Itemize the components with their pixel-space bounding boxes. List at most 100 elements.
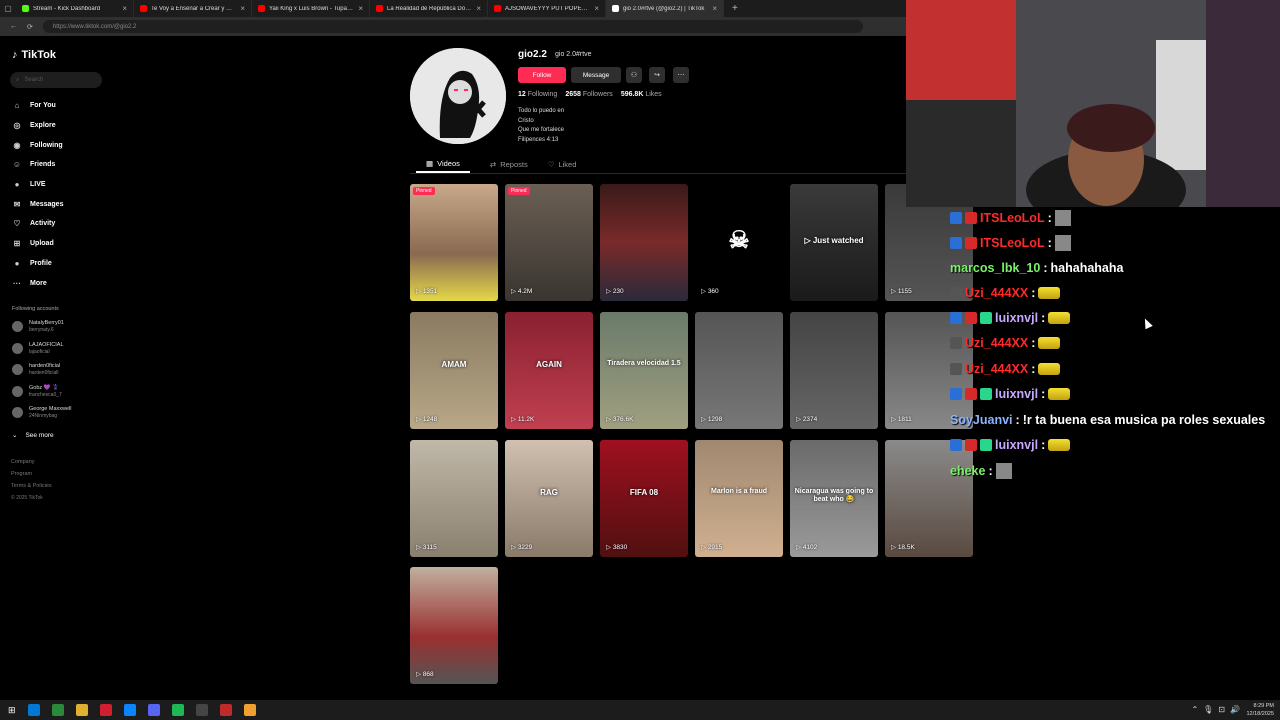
see-more-button[interactable]: ⌄ See more xyxy=(12,431,54,440)
browser-tab[interactable]: Stream - Kick Dashboard × xyxy=(16,0,134,17)
footer-link[interactable]: Terms & Policies xyxy=(11,483,52,489)
new-tab-button[interactable]: + xyxy=(724,3,746,14)
following-account[interactable]: LAJAOFICIAL lajaoficial xyxy=(12,342,64,355)
video-thumbnail[interactable]: ▷ 1298 xyxy=(695,312,783,429)
following-account[interactable]: harden0ficial harden0ficiall xyxy=(12,363,60,376)
chat-username[interactable]: marcos_lbk_10 xyxy=(950,261,1040,275)
video-thumbnail[interactable]: ▷ Just watched xyxy=(790,184,878,301)
video-thumbnail[interactable]: ▷ 18.5K xyxy=(885,440,973,557)
sidebar-item-activity[interactable]: ♡ Activity xyxy=(12,218,55,228)
tab-liked[interactable]: ♡ Liked xyxy=(548,156,577,173)
following-stat[interactable]: 12 Following xyxy=(518,91,557,98)
back-icon[interactable]: ← xyxy=(10,23,17,30)
sidebar-item-more[interactable]: ··· More xyxy=(12,278,47,288)
tiktok-logo[interactable]: ♪ TikTok xyxy=(12,49,56,61)
chat-username[interactable]: ITSLeoLoL xyxy=(980,211,1045,225)
clock[interactable]: 8:29 PM 12/18/2025 xyxy=(1246,702,1274,718)
following-account[interactable]: Gobz 💜 🦹 franchesca0_7 xyxy=(12,385,62,398)
more-options-icon[interactable]: ⋯ xyxy=(673,67,689,83)
taskbar-app-icon[interactable] xyxy=(51,704,64,716)
network-icon[interactable]: ⊡ xyxy=(1218,705,1225,714)
chat-username[interactable]: Uzi_444XX xyxy=(965,362,1028,376)
share-icon[interactable]: ↪ xyxy=(649,67,665,83)
volume-icon[interactable]: 🔊 xyxy=(1230,705,1240,714)
video-thumbnail[interactable]: ▷ 2374 xyxy=(790,312,878,429)
chat-username[interactable]: eheke xyxy=(950,464,985,478)
reload-icon[interactable]: ⟳ xyxy=(27,23,33,31)
video-thumbnail[interactable]: ▷ 230 xyxy=(600,184,688,301)
sidebar-item-upload[interactable]: ⊞ Upload xyxy=(12,238,54,248)
chat-username[interactable]: luixnvjl xyxy=(995,311,1038,325)
follow-button[interactable]: Follow xyxy=(518,67,566,83)
video-thumbnail[interactable]: ▷ 868 xyxy=(410,567,498,684)
taskbar-app-icon[interactable] xyxy=(219,704,232,716)
video-thumbnail[interactable]: Pinned ▷ 1351 xyxy=(410,184,498,301)
video-thumbnail[interactable]: Tiradera velocidad 1.5 ▷ 376.6K xyxy=(600,312,688,429)
video-caption: Marlon is a fraud xyxy=(710,488,767,495)
message-button[interactable]: Message xyxy=(571,67,621,83)
browser-tab[interactable]: AJSOWAVEYYY PUT POPEROLIN× xyxy=(488,0,606,17)
close-tab-icon[interactable]: × xyxy=(476,4,481,13)
sidebar-item-for-you[interactable]: ⌂ For You xyxy=(12,100,56,110)
sidebar-item-label: Activity xyxy=(30,219,56,227)
chat-username[interactable]: luixnvjl xyxy=(995,438,1038,452)
search-input[interactable]: ⌕ Search xyxy=(10,72,102,88)
mic-icon[interactable]: 🎙 xyxy=(1203,705,1213,714)
add-friend-icon[interactable]: ⚇ xyxy=(626,67,642,83)
video-thumbnail[interactable]: Nicaragua was going to beat who 😂 ▷ 4102 xyxy=(790,440,878,557)
browser-tab[interactable]: gio 2.0#rtve (@gio2.2) | TikTok × xyxy=(606,0,724,17)
video-thumbnail[interactable]: RAG ▷ 3229 xyxy=(505,440,593,557)
profile-tabs: ▦ Videos ⇄ Reposts ♡ Liked xyxy=(410,156,906,174)
chat-message: marcos_lbk_10 : hahahahaha xyxy=(950,261,1123,275)
sidebar-item-friends[interactable]: ☺ Friends xyxy=(12,159,55,169)
sidebar-item-following[interactable]: ◉ Following xyxy=(12,140,63,150)
followers-stat[interactable]: 2658 Followers xyxy=(565,91,612,98)
browser-tab[interactable]: La Realidad de República Domini × xyxy=(370,0,488,17)
chevron-up-icon[interactable]: ⌃ xyxy=(1191,705,1198,714)
taskbar-app-icon[interactable] xyxy=(171,704,184,716)
sidebar-item-explore[interactable]: ◎ Explore xyxy=(12,120,56,130)
close-tab-icon[interactable]: × xyxy=(240,4,245,13)
browser-tab[interactable]: Yaii King x Luis Brown - Tupac (vi × xyxy=(252,0,370,17)
close-tab-icon[interactable]: × xyxy=(122,4,127,13)
close-tab-icon[interactable]: × xyxy=(594,4,599,13)
window-icon[interactable]: ▢ xyxy=(0,4,16,13)
video-thumbnail[interactable]: Marlon is a fraud ▷ 2915 xyxy=(695,440,783,557)
video-thumbnail[interactable]: ▷ 3115 xyxy=(410,440,498,557)
chat-username[interactable]: luixnvjl xyxy=(995,387,1038,401)
video-thumbnail[interactable]: AMAM ▷ 1248 xyxy=(410,312,498,429)
taskbar-app-icon[interactable] xyxy=(243,704,256,716)
chat-username[interactable]: Uzi_444XX xyxy=(965,336,1028,350)
address-bar[interactable]: https://www.tiktok.com/@gio2.2 xyxy=(42,20,863,33)
chat-username[interactable]: ITSLeoLoL xyxy=(980,236,1045,250)
video-thumbnail[interactable]: FIFA 08 ▷ 3830 xyxy=(600,440,688,557)
footer-link[interactable]: Program xyxy=(11,471,32,477)
footer-link[interactable]: Company xyxy=(11,459,35,465)
taskbar-app-icon[interactable] xyxy=(123,704,136,716)
following-account[interactable]: NatalyBerry01 berrynaty.6 xyxy=(12,320,64,333)
taskbar-app-icon[interactable] xyxy=(27,704,40,716)
chat-badge-icon xyxy=(950,388,962,400)
taskbar-app-icon[interactable] xyxy=(147,704,160,716)
browser-tab[interactable]: Te Voy a Enseñar a Crear y Monet × xyxy=(134,0,252,17)
sidebar-item-live[interactable]: ● LIVE xyxy=(12,179,46,189)
tab-reposts[interactable]: ⇄ Reposts xyxy=(490,156,528,173)
taskbar-app-icon[interactable] xyxy=(99,704,112,716)
sidebar-item-messages[interactable]: ✉ Messages xyxy=(12,199,64,209)
profile-icon: ● xyxy=(14,258,20,268)
taskbar-app-icon[interactable] xyxy=(75,704,88,716)
taskbar-app-icon[interactable] xyxy=(195,704,208,716)
close-tab-icon[interactable]: × xyxy=(712,4,717,13)
video-thumbnail[interactable]: Pinned ▷ 4.2M xyxy=(505,184,593,301)
chat-message: Uzi_444XX : xyxy=(950,362,1061,376)
tab-videos[interactable]: ▦ Videos xyxy=(416,156,470,173)
play-icon: ▷ xyxy=(796,544,803,551)
chat-username[interactable]: SoyJuanvi xyxy=(950,413,1013,427)
windows-start-icon[interactable]: ⊞ xyxy=(8,705,16,716)
following-account[interactable]: George Maxxwell 24Ninmybag xyxy=(12,406,72,419)
sidebar-item-profile[interactable]: ● Profile xyxy=(12,258,52,268)
video-thumbnail[interactable]: AGAIN ▷ 11.2K xyxy=(505,312,593,429)
video-thumbnail[interactable]: ▷ 360 ☠ xyxy=(695,184,783,301)
chat-username[interactable]: Uzi_444XX xyxy=(965,286,1028,300)
close-tab-icon[interactable]: × xyxy=(358,4,363,13)
